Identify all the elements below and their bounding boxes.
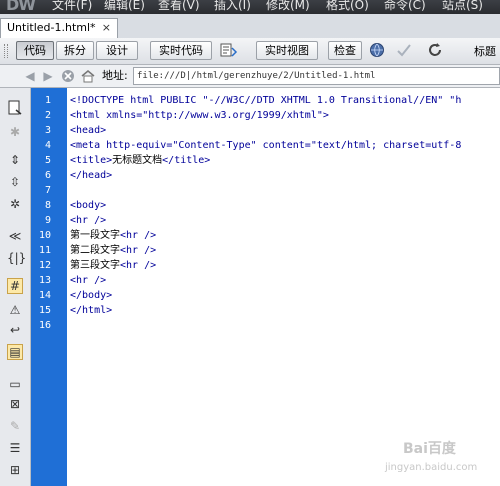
code-tag: </title> [162, 155, 211, 166]
line-number: 6 [44, 170, 51, 181]
back-arrow-icon[interactable]: ◀ [22, 67, 38, 85]
refresh-icon[interactable] [426, 42, 444, 60]
balance-braces-icon[interactable]: {|} [7, 250, 26, 266]
line-numbers-icon[interactable]: # [7, 278, 23, 294]
code-editor[interactable]: <!DOCTYPE html PUBLIC "-//W3C//DTD XHTML… [67, 88, 500, 486]
line-number: 2 [44, 110, 51, 121]
code-line[interactable]: <html xmlns="http://www.w3.org/1999/xhtm… [70, 108, 329, 123]
collapse-selection-icon[interactable]: ⇳ [7, 174, 23, 190]
code-line[interactable]: 第二段文字<hr /> [70, 243, 156, 258]
code-line[interactable]: <hr /> [70, 273, 106, 288]
line-number: 14 [38, 290, 51, 301]
line-number-gutter: 1 2 3 4 5 6 7 8 9 10 11 12 13 14 15 16 [31, 88, 67, 486]
wrap-tag-icon[interactable]: ✎ [7, 418, 23, 434]
code-line[interactable]: </head> [70, 168, 112, 183]
design-view-button[interactable]: 设计 [96, 41, 138, 60]
document-tab-label: Untitled-1.html* [7, 21, 96, 34]
line-number: 10 [38, 230, 51, 241]
code-line[interactable]: <head> [70, 123, 106, 138]
code-text: 第二段文字 [70, 245, 120, 256]
apply-comment-icon[interactable]: ▭ [7, 376, 23, 392]
live-view-button[interactable]: 实时视图 [256, 41, 318, 60]
menu-site[interactable]: 站点(S) [442, 0, 483, 13]
coding-toolbar: ✱ ⇕ ⇳ ✲ ≪ {|} # ⚠ ↩ ▤ ▭ ⊠ ✎ ☰ ⊞ [0, 88, 31, 486]
code-line[interactable]: <title>无标题文档</title> [70, 153, 210, 168]
highlight-invalid-code-icon[interactable]: ⚠ [7, 302, 23, 318]
line-number: 4 [44, 140, 51, 151]
watermark-brand: Bai百度 [403, 441, 456, 457]
menu-insert[interactable]: 插入(I) [214, 0, 251, 13]
code-tag: <title> [70, 155, 113, 166]
document-tab-strip: Untitled-1.html* × [0, 14, 500, 39]
app-logo: DW [6, 0, 36, 14]
code-view-button[interactable]: 代码 [16, 41, 54, 60]
menu-format[interactable]: 格式(O) [326, 0, 369, 13]
syntax-coloring-icon[interactable]: ▤ [7, 344, 23, 360]
document-toolbar: 代码 拆分 设计 实时代码 实时视图 检查 标题 [0, 38, 500, 65]
stop-icon[interactable] [60, 67, 76, 85]
word-wrap-icon[interactable]: ↩ [7, 322, 23, 338]
line-number: 16 [38, 320, 51, 331]
expand-all-icon[interactable]: ✲ [7, 196, 23, 212]
menu-commands[interactable]: 命令(C) [384, 0, 426, 13]
address-label: 地址: [102, 69, 128, 82]
address-bar: ◀ ▶ 地址: file:///D|/html/gerenzhuye/2/Unt… [0, 65, 500, 88]
code-line[interactable]: <hr /> [70, 213, 106, 228]
menu-bar: DW 文件(F) 编辑(E) 查看(V) 插入(I) 修改(M) 格式(O) 命… [0, 0, 500, 14]
code-tag: <hr /> [120, 260, 157, 271]
baidu-watermark: Bai百度 jingyan.baidu.com [385, 436, 495, 480]
open-documents-icon[interactable] [7, 100, 23, 116]
globe-icon[interactable] [368, 42, 386, 60]
home-icon[interactable] [80, 67, 96, 85]
recent-snippets-icon[interactable]: ☰ [7, 440, 23, 456]
code-line[interactable]: 第一段文字<hr /> [70, 228, 156, 243]
menu-modify[interactable]: 修改(M) [266, 0, 310, 13]
code-line[interactable]: </body> [70, 288, 112, 303]
select-parent-tag-icon[interactable]: ≪ [7, 228, 23, 244]
live-code-button[interactable]: 实时代码 [150, 41, 212, 60]
code-line[interactable]: <meta http-equiv="Content-Type" content=… [70, 138, 461, 153]
line-number: 12 [38, 260, 51, 271]
code-line[interactable]: </html> [70, 303, 112, 318]
line-number: 5 [44, 155, 51, 166]
code-tag: <hr /> [120, 245, 157, 256]
line-number: 11 [38, 245, 51, 256]
line-number: 3 [44, 125, 51, 136]
code-line[interactable]: <!DOCTYPE html PUBLIC "-//W3C//DTD XHTML… [70, 93, 461, 108]
code-line[interactable]: <body> [70, 198, 106, 213]
line-number: 1 [44, 95, 51, 106]
address-input[interactable]: file:///D|/html/gerenzhuye/2/Untitled-1.… [133, 67, 500, 85]
menu-file[interactable]: 文件(F) [52, 0, 92, 13]
collapse-full-tag-icon[interactable]: ⇕ [7, 152, 23, 168]
line-number: 15 [38, 305, 51, 316]
remove-comment-icon[interactable]: ⊠ [7, 396, 23, 412]
line-number: 8 [44, 200, 51, 211]
forward-arrow-icon[interactable]: ▶ [40, 67, 56, 85]
code-text: 无标题文档 [112, 155, 163, 166]
document-tab[interactable]: Untitled-1.html* × [0, 18, 118, 38]
move-css-icon[interactable]: ⊞ [7, 462, 23, 478]
split-view-button[interactable]: 拆分 [56, 41, 94, 60]
toolbar-grip[interactable] [4, 44, 8, 58]
code-text: 第一段文字 [70, 230, 120, 241]
code-text: 第三段文字 [70, 260, 120, 271]
show-code-navigator-icon[interactable]: ✱ [7, 124, 23, 140]
line-number: 9 [44, 215, 51, 226]
code-line[interactable]: 第三段文字<hr /> [70, 258, 156, 273]
title-label: 标题 [474, 45, 496, 58]
file-compare-icon[interactable] [220, 42, 238, 60]
close-icon[interactable]: × [102, 19, 111, 37]
validate-icon[interactable] [396, 42, 414, 60]
code-tag: <hr /> [120, 230, 157, 241]
menu-view[interactable]: 查看(V) [158, 0, 200, 13]
inspect-button[interactable]: 检查 [328, 41, 362, 60]
line-number: 7 [44, 185, 51, 196]
watermark-url: jingyan.baidu.com [385, 462, 478, 473]
line-number: 13 [38, 275, 51, 286]
menu-edit[interactable]: 编辑(E) [104, 0, 145, 13]
